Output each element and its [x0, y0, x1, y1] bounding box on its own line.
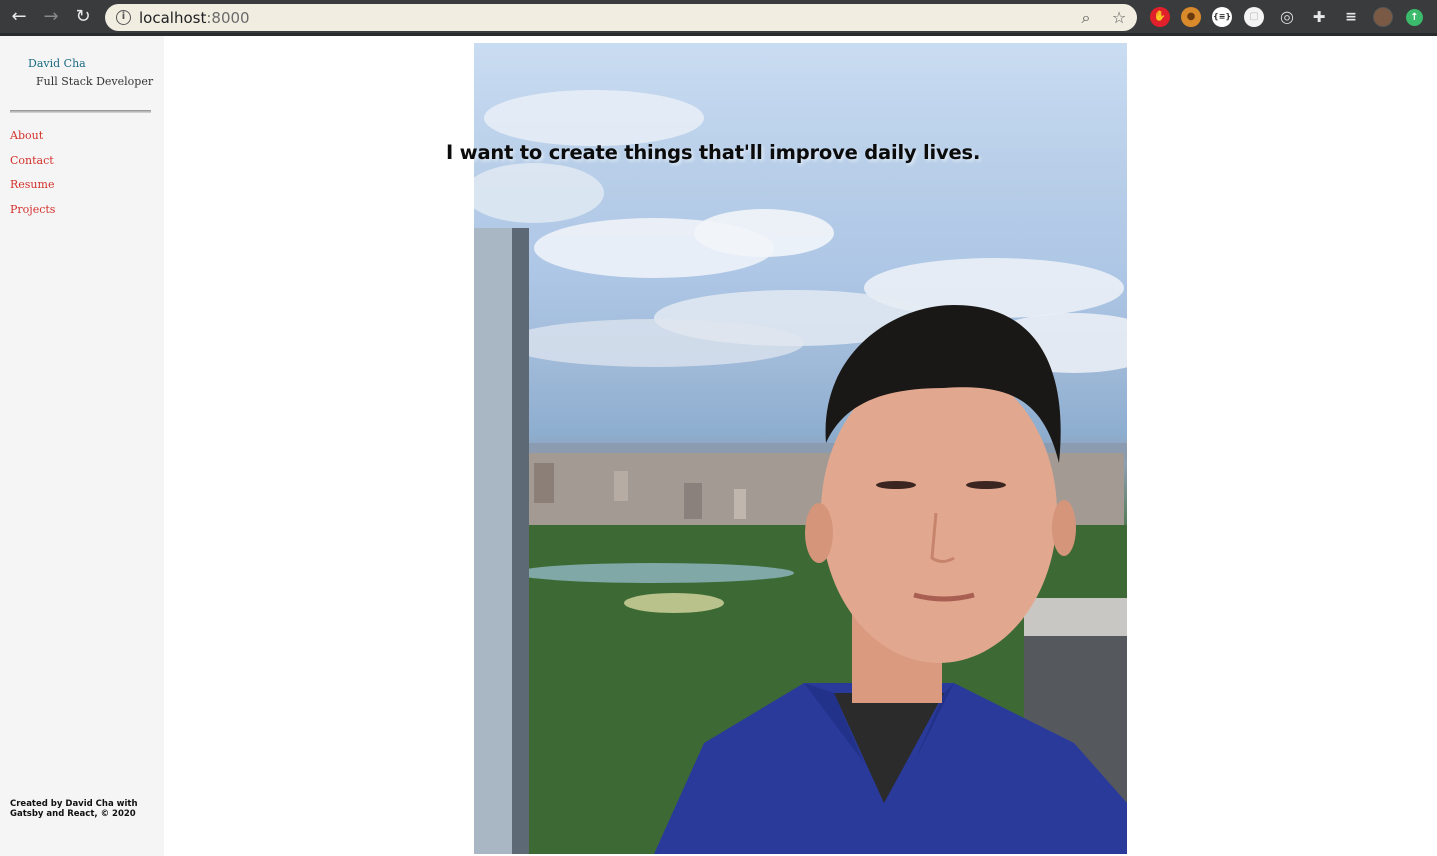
zoom-icon[interactable]: ⌕ [1076, 8, 1096, 28]
browser-toolbar: ← → ↻ i localhost:8000 ⌕ ☆ ✋ ● {≡} ▢ ◎ ✚… [0, 0, 1437, 36]
media-queue-icon[interactable]: ≡ [1341, 7, 1361, 27]
hero-photo [474, 43, 1127, 854]
sidebar-nav: About Contact Resume Projects [10, 129, 55, 227]
site-owner-role: Full Stack Developer [36, 75, 154, 88]
extension-blank-icon[interactable]: ▢ [1244, 7, 1264, 27]
forward-arrow-icon[interactable]: → [40, 6, 62, 28]
avatar[interactable] [1373, 7, 1393, 27]
puzzle-icon[interactable]: ✚ [1309, 7, 1329, 27]
url-text[interactable]: localhost:8000 [139, 9, 250, 27]
nav-link-resume[interactable]: Resume [10, 178, 55, 203]
sidebar-divider [10, 110, 151, 113]
target-icon[interactable]: ◎ [1277, 7, 1297, 27]
star-icon[interactable]: ☆ [1109, 8, 1129, 28]
sidebar: David Cha Full Stack Developer About Con… [0, 36, 164, 856]
update-arrow-icon[interactable]: ↑ [1406, 9, 1423, 26]
ublock-icon[interactable]: ✋ [1150, 7, 1170, 27]
reload-icon[interactable]: ↻ [72, 6, 94, 28]
url-host: localhost [139, 9, 207, 27]
back-arrow-icon[interactable]: ← [8, 6, 30, 28]
hero-tagline: I want to create things that'll improve … [446, 141, 981, 164]
cookie-icon[interactable]: ● [1181, 7, 1201, 27]
json-viewer-icon[interactable]: {≡} [1212, 7, 1232, 27]
nav-link-projects[interactable]: Projects [10, 203, 55, 228]
nav-link-contact[interactable]: Contact [10, 154, 55, 179]
site-owner-name[interactable]: David Cha [28, 57, 86, 70]
nav-link-about[interactable]: About [10, 129, 55, 154]
hero-photo-illustration [474, 90, 1127, 854]
info-icon[interactable]: i [116, 10, 131, 25]
sidebar-footer: Created by David Cha with Gatsby and Rea… [10, 799, 138, 819]
address-bar[interactable]: i localhost:8000 ⌕ ☆ [105, 4, 1137, 31]
url-port: :8000 [206, 9, 250, 27]
